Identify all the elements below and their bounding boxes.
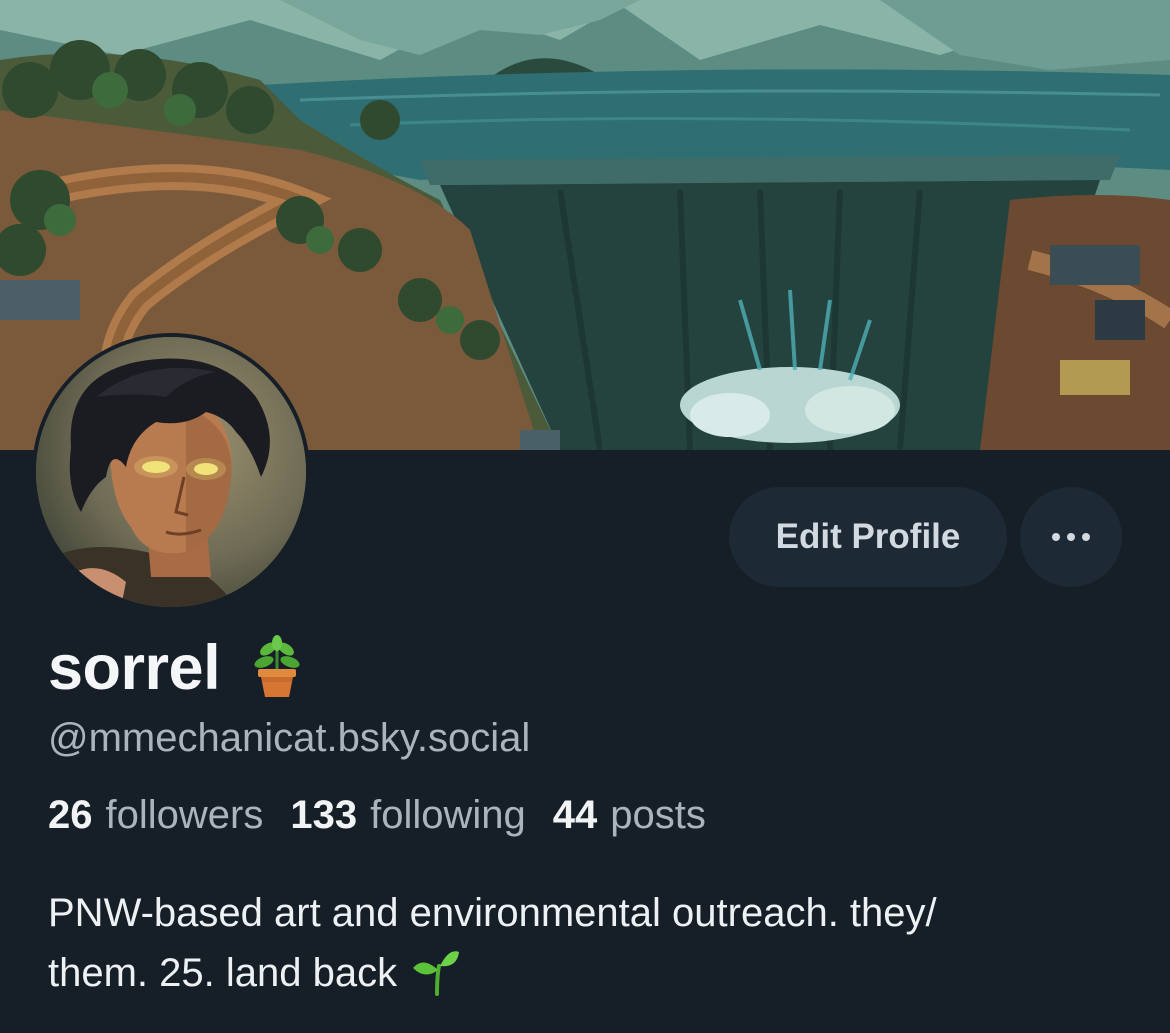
profile-handle: @mmechanicat.bsky.social	[48, 716, 531, 760]
seedling-icon	[413, 951, 460, 996]
following-label: following	[370, 793, 526, 837]
followers-stat[interactable]: 26 followers	[48, 793, 263, 838]
posts-count: 44	[552, 793, 598, 837]
profile-stats: 26 followers 133 following 44 posts	[48, 793, 733, 838]
bio-line-2-wrap: them. 25. land back	[48, 943, 1138, 1003]
profile-page: Edit Profile sorrel @mmechanicat.bsky.so…	[0, 0, 1170, 1033]
followers-count: 26	[48, 793, 93, 837]
ellipsis-icon	[1052, 533, 1090, 541]
followers-label: followers	[105, 793, 264, 837]
edit-profile-button[interactable]: Edit Profile	[729, 487, 1007, 587]
avatar-illustration	[36, 337, 306, 607]
potted-plant-icon	[254, 635, 300, 697]
avatar[interactable]	[32, 333, 310, 611]
edit-profile-label: Edit Profile	[775, 517, 961, 556]
more-options-button[interactable]	[1020, 487, 1122, 587]
posts-stat: 44 posts	[553, 793, 706, 838]
display-name-row: sorrel	[48, 628, 310, 708]
bio-line-1: PNW-based art and environmental outreach…	[48, 891, 937, 935]
display-name: sorrel	[48, 633, 221, 703]
posts-label: posts	[610, 793, 706, 837]
following-stat[interactable]: 133 following	[290, 793, 525, 838]
bio-line-2: them. 25. land back	[48, 951, 398, 995]
profile-bio: PNW-based art and environmental outreach…	[48, 883, 1138, 1003]
following-count: 133	[290, 793, 358, 837]
